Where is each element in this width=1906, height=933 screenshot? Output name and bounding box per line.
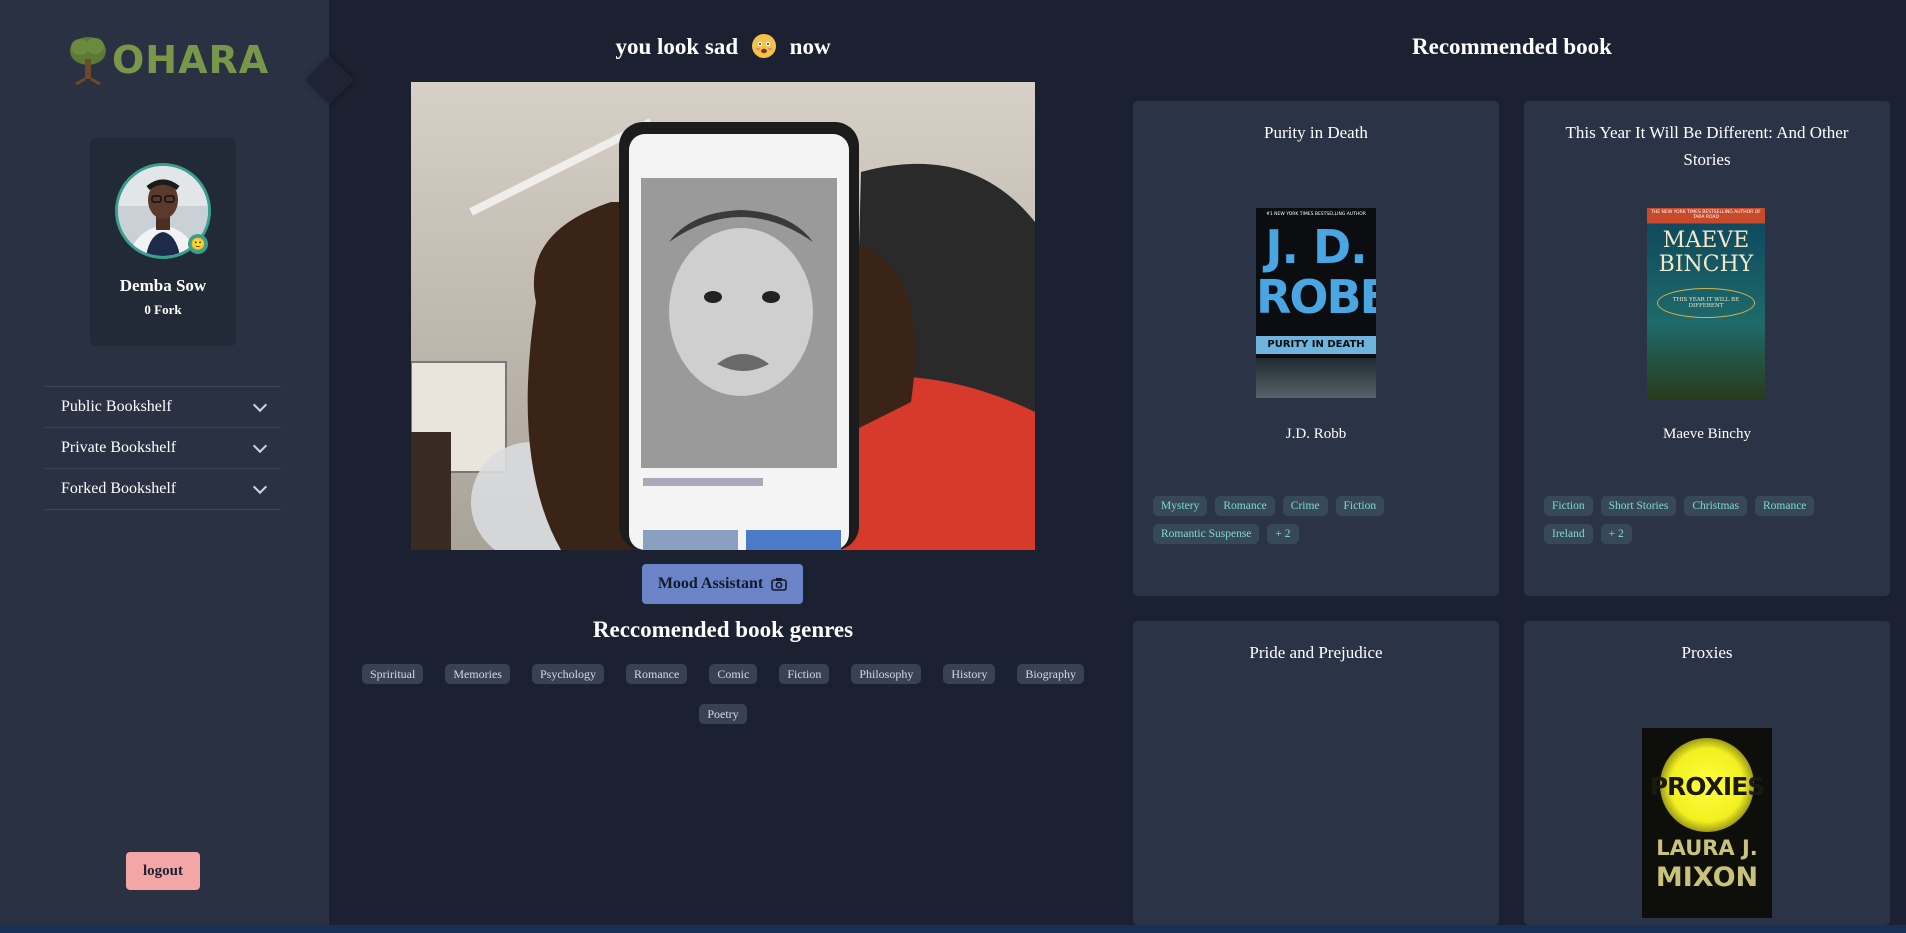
logout-button[interactable]: logout bbox=[126, 852, 200, 890]
book-tag-list: Mystery Romance Crime Fiction Romantic S… bbox=[1153, 496, 1479, 544]
book-tag[interactable]: Crime bbox=[1282, 496, 1328, 516]
bookshelf-menu: Public Bookshelf Private Bookshelf Forke… bbox=[45, 386, 281, 510]
book-cover: #1 NEW YORK TIMES BESTSELLING AUTHOR J. … bbox=[1256, 208, 1376, 398]
genre-tag[interactable]: Fiction bbox=[779, 664, 830, 684]
book-cover: THE NEW YORK TIMES BESTSELLING AUTHOR OF… bbox=[1647, 208, 1765, 400]
genre-tag[interactable]: Philosophy bbox=[851, 664, 922, 684]
genre-tag[interactable]: Poetry bbox=[699, 704, 747, 724]
user-name: Demba Sow bbox=[119, 276, 207, 295]
chevron-down-icon bbox=[252, 479, 268, 494]
book-cover: PROXIES LAURA J. MIXON bbox=[1642, 728, 1772, 918]
cover-author-last: MIXON bbox=[1655, 862, 1759, 893]
genre-tag[interactable]: Memories bbox=[445, 664, 510, 684]
profile-card: 🙂 Demba Sow 0 Fork bbox=[90, 138, 236, 346]
taskbar bbox=[0, 925, 1906, 933]
book-title: Pride and Prejudice bbox=[1249, 643, 1383, 662]
public-bookshelf-item[interactable]: Public Bookshelf bbox=[45, 386, 281, 427]
tree-icon bbox=[70, 37, 106, 85]
book-card[interactable]: Purity in Death #1 NEW YORK TIMES BESTSE… bbox=[1133, 101, 1499, 596]
book-title: This Year It Will Be Different: And Othe… bbox=[1565, 123, 1849, 169]
genre-tag[interactable]: Romance bbox=[625, 664, 688, 684]
book-tag[interactable]: Romance bbox=[1754, 496, 1815, 516]
logo[interactable]: OHARA bbox=[68, 34, 269, 86]
webcam-feed bbox=[411, 82, 1035, 550]
book-card[interactable]: This Year It Will Be Different: And Othe… bbox=[1524, 101, 1890, 596]
cover-art bbox=[1256, 358, 1376, 398]
genre-tag[interactable]: Psychology bbox=[531, 664, 604, 684]
mood-title: you look sad now bbox=[330, 34, 1116, 60]
cover-author-first: LAURA J. bbox=[1656, 836, 1758, 860]
camera-icon bbox=[771, 578, 787, 591]
book-title: Purity in Death bbox=[1264, 123, 1368, 142]
genre-tag[interactable]: Spriritual bbox=[361, 664, 424, 684]
book-tag[interactable]: Romance bbox=[1215, 496, 1275, 516]
mood-suffix: now bbox=[789, 34, 831, 59]
private-bookshelf-item[interactable]: Private Bookshelf bbox=[45, 427, 281, 468]
book-tag[interactable]: Fiction bbox=[1335, 496, 1385, 516]
book-tag[interactable]: + 2 bbox=[1267, 524, 1299, 544]
mood-badge: 🙂 bbox=[188, 234, 208, 254]
cover-author-last: BINCHY bbox=[1658, 252, 1754, 277]
genre-tag-list: Spriritual Memories Psychology Romance C… bbox=[340, 664, 1106, 724]
mood-assistant-button[interactable]: Mood Assistant bbox=[642, 564, 803, 604]
cover-title: PURITY IN DEATH bbox=[1256, 336, 1376, 354]
chevron-down-icon bbox=[252, 438, 268, 453]
private-bookshelf-label: Private Bookshelf bbox=[61, 439, 177, 456]
sidebar: OHARA 🙂 Demba Sow 0 Fork Public Bookshel… bbox=[0, 0, 329, 925]
genre-tag[interactable]: History bbox=[943, 664, 996, 684]
cover-tagline: #1 NEW YORK TIMES BESTSELLING AUTHOR bbox=[1266, 212, 1366, 217]
cover-author-initials: J. D. bbox=[1265, 220, 1367, 274]
book-tag[interactable]: Christmas bbox=[1684, 496, 1747, 516]
cover-author-first: MAEVE bbox=[1662, 228, 1750, 253]
book-tag-list: Fiction Short Stories Christmas Romance … bbox=[1544, 496, 1870, 544]
cover-author-surname: ROBB bbox=[1256, 270, 1376, 324]
mood-assistant-label: Mood Assistant bbox=[657, 575, 764, 592]
genres-title: Reccomended book genres bbox=[592, 617, 854, 642]
book-tag[interactable]: Short Stories bbox=[1600, 496, 1677, 516]
logo-text: OHARA bbox=[112, 38, 270, 82]
genre-tag[interactable]: Comic bbox=[709, 664, 758, 684]
book-tag[interactable]: Fiction bbox=[1544, 496, 1593, 516]
book-title: Proxies bbox=[1681, 643, 1733, 662]
book-tag[interactable]: Romantic Suspense bbox=[1153, 524, 1260, 544]
book-author: Maeve Binchy bbox=[1663, 426, 1751, 442]
forked-bookshelf-item[interactable]: Forked Bookshelf bbox=[45, 468, 281, 510]
genre-tag[interactable]: Biography bbox=[1017, 664, 1085, 684]
fork-count: 0 Fork bbox=[144, 302, 182, 317]
cover-title: PROXIES bbox=[1649, 772, 1766, 801]
book-tag[interactable]: Ireland bbox=[1544, 524, 1593, 544]
cover-title: THIS YEAR IT WILL BE DIFFERENT bbox=[1657, 288, 1755, 318]
recommended-title: Recommended book bbox=[1412, 34, 1612, 59]
mood-prefix: you look sad bbox=[615, 34, 739, 59]
book-tag[interactable]: + 2 bbox=[1600, 524, 1632, 544]
forked-bookshelf-label: Forked Bookshelf bbox=[61, 480, 177, 497]
book-author: J.D. Robb bbox=[1285, 426, 1347, 442]
book-card[interactable]: Proxies PROXIES LAURA J. MIXON bbox=[1524, 621, 1890, 925]
book-tag[interactable]: Mystery bbox=[1153, 496, 1208, 516]
chevron-down-icon bbox=[252, 397, 268, 412]
sad-face-icon bbox=[751, 34, 776, 58]
cover-tagline: THE NEW YORK TIMES BESTSELLING AUTHOR OF… bbox=[1651, 210, 1761, 220]
public-bookshelf-label: Public Bookshelf bbox=[61, 398, 172, 415]
book-card[interactable]: Pride and Prejudice bbox=[1133, 621, 1499, 925]
